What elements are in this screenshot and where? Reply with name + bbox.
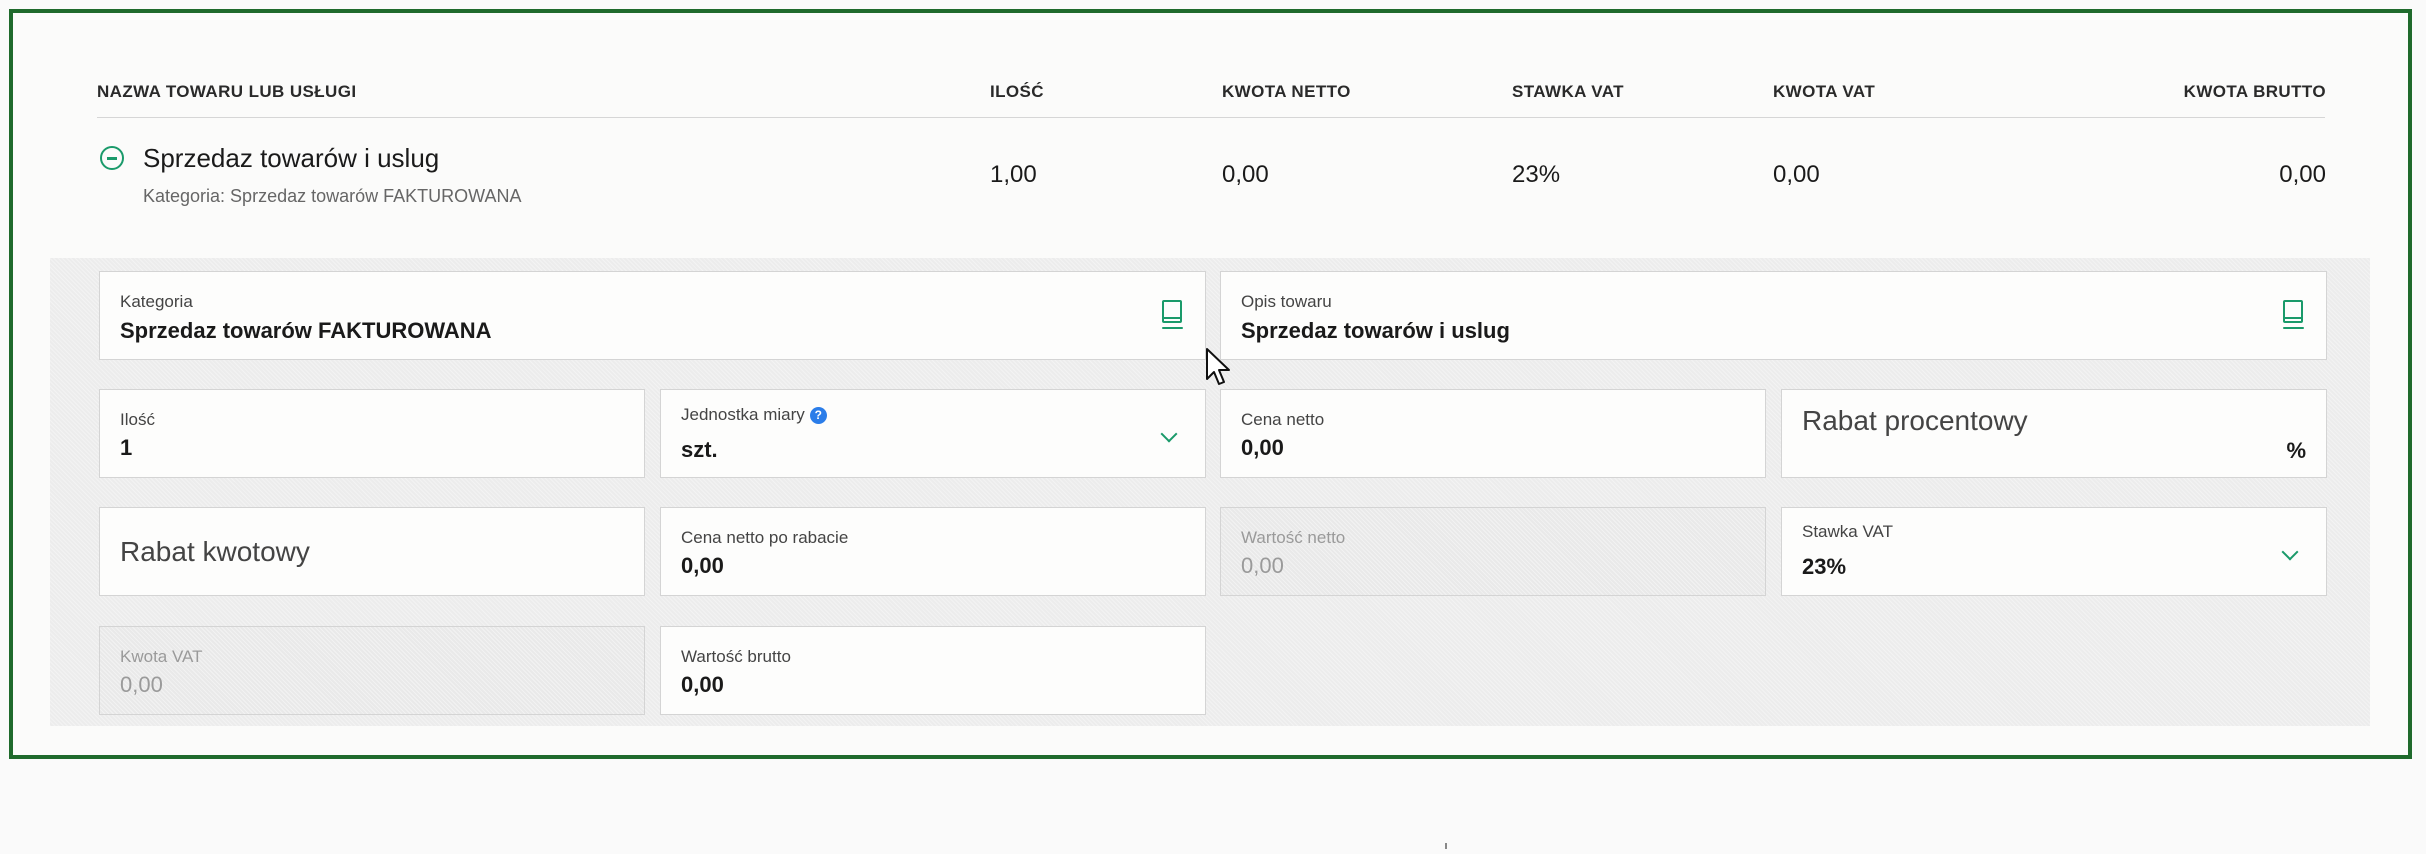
jednostka-label-text: Jednostka miary — [681, 405, 805, 424]
cena-po-rabacie-field[interactable]: Cena netto po rabacie 0,00 — [660, 507, 1206, 596]
row-net: 0,00 — [1222, 161, 1269, 188]
ilosc-label: Ilość — [120, 410, 155, 429]
cena-po-rabacie-label: Cena netto po rabacie — [681, 528, 849, 547]
wartosc-brutto-label: Wartość brutto — [681, 647, 791, 666]
cena-netto-label: Cena netto — [1241, 410, 1325, 429]
cena-netto-value: 0,00 — [1241, 435, 1284, 460]
stawka-vat-value: 23% — [1802, 554, 1847, 579]
item-title: Sprzedaz towarów i uslug — [143, 143, 440, 173]
kategoria-label: Kategoria — [120, 292, 193, 311]
help-icon[interactable]: ? — [809, 407, 827, 424]
kwota-vat-label: Kwota VAT — [120, 647, 203, 666]
row-qty: 1,00 — [990, 161, 1037, 188]
ilosc-value: 1 — [120, 435, 133, 460]
chevron-down-icon[interactable] — [1160, 425, 1178, 443]
header-name: NAZWA TOWARU LUB USŁUGI — [97, 82, 357, 101]
rabat-kwotowy-field[interactable]: Rabat kwotowy — [99, 507, 645, 596]
book-icon[interactable] — [1161, 300, 1183, 329]
mouse-cursor-icon — [1206, 348, 1230, 385]
rabat-procentowy-field[interactable]: Rabat procentowy % — [1781, 389, 2327, 478]
row-vat-rate: 23% — [1512, 161, 1561, 188]
collapse-icon[interactable] — [100, 146, 124, 170]
kategoria-value: Sprzedaz towarów FAKTUROWANA — [120, 318, 492, 343]
stawka-vat-select[interactable]: Stawka VAT 23% — [1781, 507, 2327, 596]
wartosc-brutto-field[interactable]: Wartość brutto 0,00 — [660, 626, 1206, 715]
opis-towaru-field[interactable]: Opis towaru Sprzedaz towarów i uslug — [1220, 271, 2327, 360]
wartosc-netto-value: 0,00 — [1241, 553, 1284, 578]
header-net: KWOTA NETTO — [1222, 82, 1351, 101]
book-icon[interactable] — [2282, 300, 2304, 329]
jednostka-miary-select[interactable]: Jednostka miary? szt. — [660, 389, 1206, 478]
kwota-vat-value: 0,00 — [120, 672, 163, 697]
header-vat-rate: STAWKA VAT — [1512, 82, 1624, 101]
kategoria-field[interactable]: Kategoria Sprzedaz towarów FAKTUROWANA — [99, 271, 1206, 360]
header-divider — [97, 117, 2325, 118]
chevron-down-icon[interactable] — [2281, 543, 2299, 561]
opis-value: Sprzedaz towarów i uslug — [1241, 318, 1510, 343]
ilosc-field[interactable]: Ilość 1 — [99, 389, 645, 478]
header-qty: ILOŚĆ — [990, 82, 1044, 101]
header-vat-amount: KWOTA VAT — [1773, 82, 1876, 101]
percent-suffix: % — [2286, 438, 2306, 463]
wartosc-brutto-value: 0,00 — [681, 672, 724, 697]
item-category: Kategoria: Sprzedaz towarów FAKTUROWANA — [143, 186, 522, 206]
row-gross: 0,00 — [2279, 161, 2326, 188]
jednostka-value: szt. — [681, 437, 718, 462]
header-gross: KWOTA BRUTTO — [2183, 82, 2326, 101]
jednostka-label: Jednostka miary? — [681, 405, 827, 425]
stray-mark — [1445, 843, 1447, 849]
rabat-kwotowy-placeholder: Rabat kwotowy — [120, 535, 310, 567]
row-vat-amount: 0,00 — [1773, 161, 1820, 188]
stawka-vat-label: Stawka VAT — [1802, 522, 1894, 541]
rabat-procentowy-placeholder: Rabat procentowy — [1802, 405, 2028, 436]
cena-po-rabacie-value: 0,00 — [681, 553, 724, 578]
cena-netto-field[interactable]: Cena netto 0,00 — [1220, 389, 1766, 478]
opis-label: Opis towaru — [1241, 292, 1332, 311]
kwota-vat-field: Kwota VAT 0,00 — [99, 626, 645, 715]
wartosc-netto-label: Wartość netto — [1241, 528, 1346, 547]
wartosc-netto-field: Wartość netto 0,00 — [1220, 507, 1766, 596]
